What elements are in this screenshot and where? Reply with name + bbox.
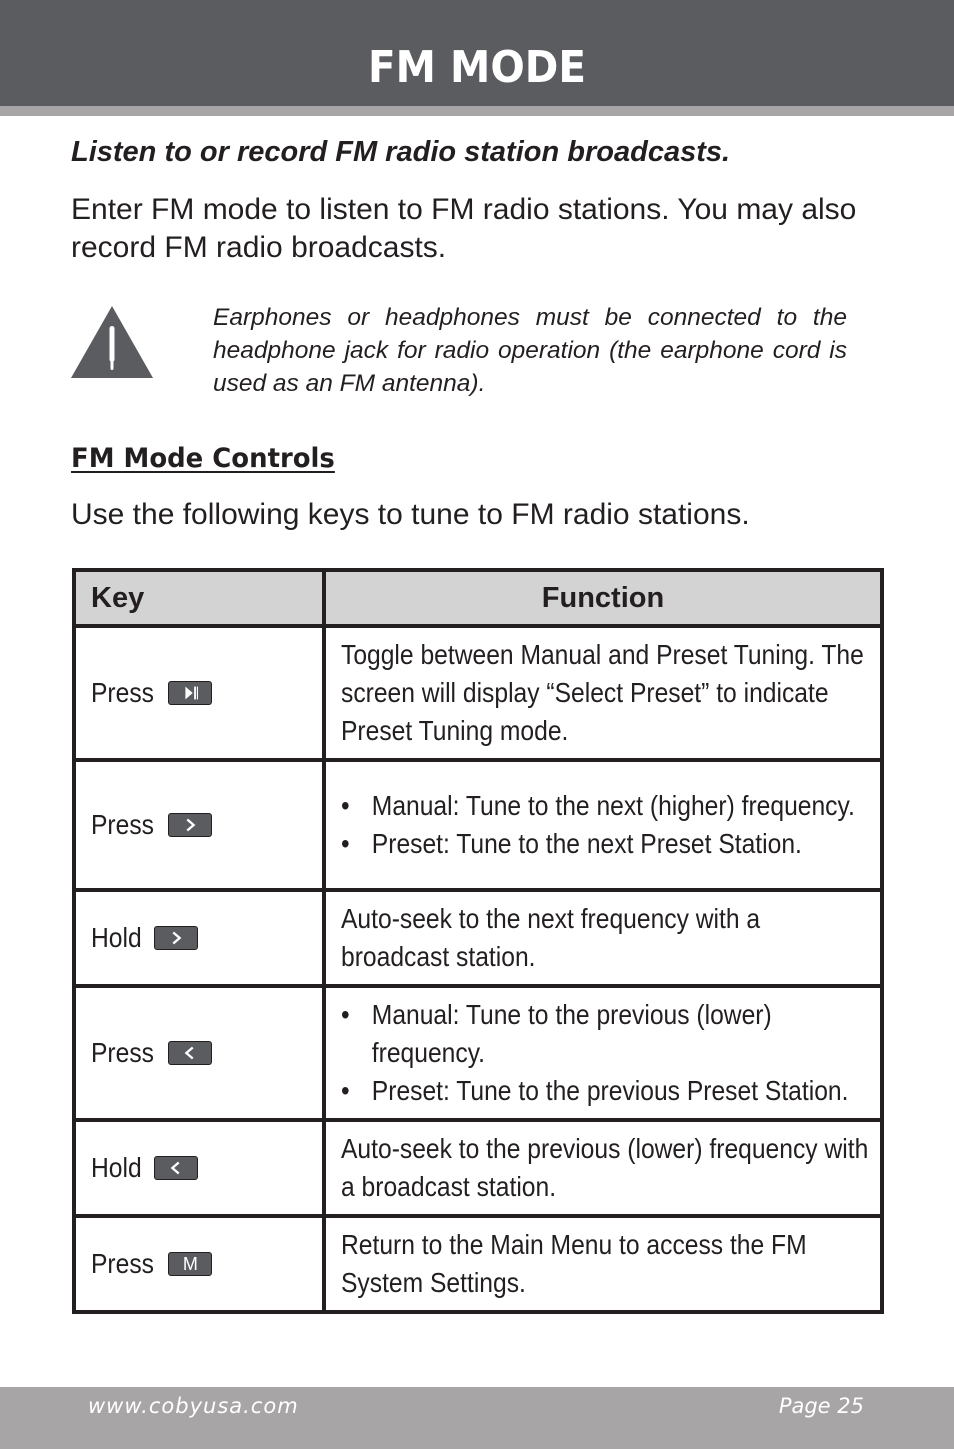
table-header-row: Key Function: [72, 568, 884, 628]
page-subtitle: Listen to or record FM radio station bro…: [71, 136, 731, 168]
key-action: Press: [91, 1037, 154, 1068]
key-action: Press: [91, 677, 154, 708]
key-action: Press: [91, 1248, 154, 1279]
section-intro: Use the following keys to tune to FM rad…: [71, 498, 750, 531]
function-cell: Manual: Tune to the next (higher) freque…: [322, 758, 884, 892]
header-stripe: [0, 106, 954, 116]
table-row: Press Toggle between Manual and Preset T…: [72, 624, 884, 762]
table-row: Hold Auto-seek to the previous (lower) f…: [72, 1118, 884, 1218]
page-number: Page 25: [778, 1394, 864, 1418]
menu-key-letter: M: [182, 1253, 198, 1274]
function-text: Auto-seek to the next frequency with a b…: [341, 903, 761, 972]
previous-key-icon: [168, 1040, 213, 1065]
key-action: Press: [91, 809, 154, 840]
function-bullet: Manual: Tune to the previous (lower) fre…: [341, 996, 870, 1072]
function-cell: Toggle between Manual and Preset Tuning.…: [322, 624, 884, 762]
page-header: FM MODE: [0, 0, 954, 106]
function-bullet: Preset: Tune to the next Preset Station.: [341, 825, 870, 863]
key-action: Hold: [91, 1152, 142, 1183]
function-bullet-list: Manual: Tune to the previous (lower) fre…: [341, 996, 870, 1110]
table-row: Press M Return to the Main Menu to acces…: [72, 1214, 884, 1314]
function-cell: Auto-seek to the next frequency with a b…: [322, 888, 884, 988]
key-cell: Press: [72, 758, 326, 892]
intro-paragraph: Enter FM mode to listen to FM radio stat…: [71, 193, 857, 264]
key-cell: Hold: [72, 888, 326, 988]
function-text: Return to the Main Menu to access the FM…: [341, 1229, 807, 1298]
menu-key-icon: M: [168, 1251, 213, 1276]
table-row: Press Manual: Tune to the next (higher) …: [72, 758, 884, 892]
function-cell: Return to the Main Menu to access the FM…: [322, 1214, 884, 1314]
table-row: Press Manual: Tune to the previous (lowe…: [72, 984, 884, 1122]
key-cell: Press: [72, 984, 326, 1122]
column-header-function: Function: [322, 568, 884, 628]
key-cell: Press: [72, 624, 326, 762]
key-action: Hold: [91, 922, 142, 953]
column-header-key: Key: [72, 568, 326, 628]
section-heading: FM Mode Controls: [71, 443, 335, 474]
next-key-icon: [168, 812, 213, 837]
play-pause-key-icon: [168, 680, 213, 705]
key-cell: Press M: [72, 1214, 326, 1314]
function-bullet-list: Manual: Tune to the next (higher) freque…: [341, 787, 870, 863]
function-bullet: Preset: Tune to the previous Preset Stat…: [341, 1072, 870, 1110]
warning-text: Earphones or headphones must be connecte…: [213, 304, 847, 397]
key-cell: Hold: [72, 1118, 326, 1218]
footer-website-link[interactable]: www.cobyusa.com: [88, 1394, 299, 1418]
function-text: Auto-seek to the previous (lower) freque…: [341, 1133, 869, 1202]
table-row: Hold Auto-seek to the next frequency wit…: [72, 888, 884, 988]
function-bullet: Manual: Tune to the next (higher) freque…: [341, 787, 870, 825]
previous-key-icon: [154, 1155, 199, 1180]
function-text: Toggle between Manual and Preset Tuning.…: [341, 639, 864, 746]
next-key-icon: [154, 925, 199, 950]
page-title: FM MODE: [368, 42, 586, 93]
warning-triangle-icon: [71, 306, 153, 378]
function-cell: Manual: Tune to the previous (lower) fre…: [322, 984, 884, 1122]
page-footer: www.cobyusa.com Page 25: [0, 1387, 954, 1449]
function-cell: Auto-seek to the previous (lower) freque…: [322, 1118, 884, 1218]
fm-controls-table: Key Function Press Toggle between Manual…: [72, 568, 884, 1314]
